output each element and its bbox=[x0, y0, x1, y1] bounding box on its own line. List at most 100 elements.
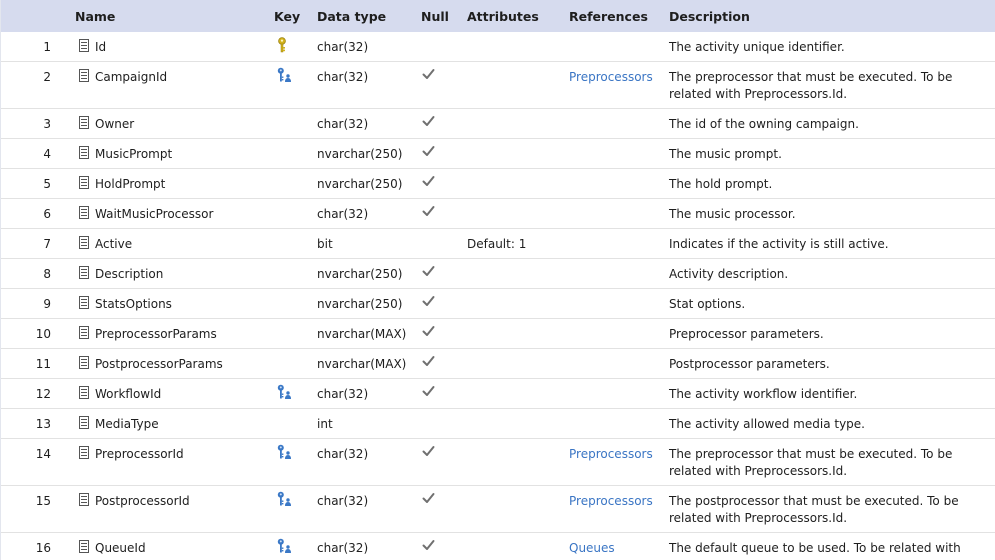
data-type: char(32) bbox=[317, 494, 369, 508]
data-type: char(32) bbox=[317, 117, 369, 131]
table-row[interactable]: 3 Owner char(32) The id of the owning campa… bbox=[1, 109, 995, 139]
column-name: Active bbox=[95, 237, 133, 251]
table-header: Name Key Data type Null Attributes Refer… bbox=[1, 0, 995, 32]
row-number: 16 bbox=[35, 541, 51, 555]
nullable-check-icon bbox=[422, 385, 436, 399]
column-name: CampaignId bbox=[95, 70, 168, 84]
data-type: char(32) bbox=[317, 70, 369, 84]
column-icon bbox=[79, 386, 91, 400]
column-icon bbox=[79, 206, 91, 220]
column-description: Stat options. bbox=[669, 297, 746, 311]
nullable-check-icon bbox=[422, 295, 436, 309]
nullable-check-icon bbox=[422, 539, 436, 553]
table-row[interactable]: 13 MediaType int The activity allowed media… bbox=[1, 409, 995, 439]
column-description: Activity description. bbox=[669, 267, 789, 281]
table-row[interactable]: 7 Active bit Default: 1 Indicates if the act… bbox=[1, 229, 995, 259]
table-row[interactable]: 12 WorkflowId char(32) The activity workflo… bbox=[1, 379, 995, 409]
column-name: PreprocessorParams bbox=[95, 327, 217, 341]
nullable-check-icon bbox=[422, 265, 436, 279]
reference-link[interactable]: Preprocessors bbox=[569, 446, 653, 463]
column-name: Description bbox=[95, 267, 164, 281]
data-type: nvarchar(MAX) bbox=[317, 357, 407, 371]
nullable-check-icon bbox=[422, 175, 436, 189]
table-row[interactable]: 4 MusicPrompt nvarchar(250) The music promp… bbox=[1, 139, 995, 169]
table-row[interactable]: 11 PostprocessorParams nvarchar(MAX) Postpr… bbox=[1, 349, 995, 379]
column-description: The hold prompt. bbox=[669, 177, 773, 191]
data-type: nvarchar(MAX) bbox=[317, 327, 407, 341]
column-name: StatsOptions bbox=[95, 297, 172, 311]
column-description: Preprocessor parameters. bbox=[669, 327, 824, 341]
data-type: char(32) bbox=[317, 40, 369, 54]
column-icon bbox=[79, 296, 91, 310]
column-name: Id bbox=[95, 40, 107, 54]
data-type: nvarchar(250) bbox=[317, 177, 403, 191]
column-name: QueueId bbox=[95, 541, 146, 555]
nullable-check-icon bbox=[422, 205, 436, 219]
data-type: char(32) bbox=[317, 387, 369, 401]
data-type: nvarchar(250) bbox=[317, 297, 403, 311]
column-description: The music processor. bbox=[669, 207, 796, 221]
column-description: The activity unique identifier. bbox=[669, 40, 845, 54]
header-null[interactable]: Null bbox=[421, 9, 449, 24]
column-icon bbox=[79, 356, 91, 370]
column-description: The activity workflow identifier. bbox=[669, 387, 858, 401]
foreign-key-icon bbox=[277, 384, 291, 400]
reference-link[interactable]: Preprocessors bbox=[569, 493, 653, 510]
table-row[interactable]: 5 HoldPrompt nvarchar(250) The hold prompt. bbox=[1, 169, 995, 199]
foreign-key-icon bbox=[277, 67, 291, 83]
table-row[interactable]: 9 StatsOptions nvarchar(250) Stat options. bbox=[1, 289, 995, 319]
column-name: PostprocessorParams bbox=[95, 357, 223, 371]
header-attributes[interactable]: Attributes bbox=[467, 9, 539, 24]
foreign-key-icon bbox=[277, 538, 291, 554]
nullable-check-icon bbox=[422, 445, 436, 459]
column-description: The postprocessor that must be executed.… bbox=[669, 494, 959, 525]
table-row[interactable]: 6 WaitMusicProcessor char(32) The music pro… bbox=[1, 199, 995, 229]
column-icon bbox=[79, 69, 91, 83]
header-data-type[interactable]: Data type bbox=[317, 9, 386, 24]
table-row[interactable]: 1 Id char(32) The activity unique identifie… bbox=[1, 32, 995, 62]
column-icon bbox=[79, 39, 91, 53]
table-row[interactable]: 15 PostprocessorId char(32) Preprocessors Th… bbox=[1, 486, 995, 533]
table-row[interactable]: 14 PreprocessorId char(32) Preprocessors The… bbox=[1, 439, 995, 486]
primary-key-icon bbox=[277, 37, 291, 53]
nullable-check-icon bbox=[422, 68, 436, 82]
nullable-check-icon bbox=[422, 145, 436, 159]
column-icon bbox=[79, 493, 91, 507]
data-type: char(32) bbox=[317, 447, 369, 461]
column-icon bbox=[79, 446, 91, 460]
foreign-key-icon bbox=[277, 444, 291, 460]
column-description: Postprocessor parameters. bbox=[669, 357, 830, 371]
row-number: 12 bbox=[35, 387, 51, 401]
table-row[interactable]: 8 Description nvarchar(250) Activity descri… bbox=[1, 259, 995, 289]
table-row[interactable]: 10 PreprocessorParams nvarchar(MAX) Preproc… bbox=[1, 319, 995, 349]
header-name[interactable]: Name bbox=[75, 9, 115, 24]
row-number: 6 bbox=[43, 207, 51, 221]
reference-link[interactable]: Queues bbox=[569, 540, 615, 557]
header-key[interactable]: Key bbox=[274, 9, 300, 24]
header-description[interactable]: Description bbox=[669, 9, 750, 24]
foreign-key-icon bbox=[277, 491, 291, 507]
data-type: int bbox=[317, 417, 333, 431]
column-icon bbox=[79, 416, 91, 430]
nullable-check-icon bbox=[422, 355, 436, 369]
column-icon bbox=[79, 540, 91, 554]
column-name: Owner bbox=[95, 117, 135, 131]
reference-link[interactable]: Preprocessors bbox=[569, 69, 653, 86]
header-references[interactable]: References bbox=[569, 9, 648, 24]
table-row[interactable]: 2 CampaignId char(32) Preprocessors The prep… bbox=[1, 62, 995, 109]
nullable-check-icon bbox=[422, 325, 436, 339]
data-type: nvarchar(250) bbox=[317, 147, 403, 161]
column-icon bbox=[79, 116, 91, 130]
row-number: 2 bbox=[43, 70, 51, 84]
row-number: 13 bbox=[35, 417, 51, 431]
column-icon bbox=[79, 236, 91, 250]
column-description: The preprocessor that must be executed. … bbox=[669, 70, 953, 101]
column-icon bbox=[79, 176, 91, 190]
row-number: 5 bbox=[43, 177, 51, 191]
table-row[interactable]: 16 QueueId char(32) Queues The default queue… bbox=[1, 533, 995, 560]
column-name: MusicPrompt bbox=[95, 147, 173, 161]
row-number: 15 bbox=[35, 494, 51, 508]
column-name: WorkflowId bbox=[95, 387, 162, 401]
row-number: 1 bbox=[43, 40, 51, 54]
column-description: The preprocessor that must be executed. … bbox=[669, 447, 953, 478]
